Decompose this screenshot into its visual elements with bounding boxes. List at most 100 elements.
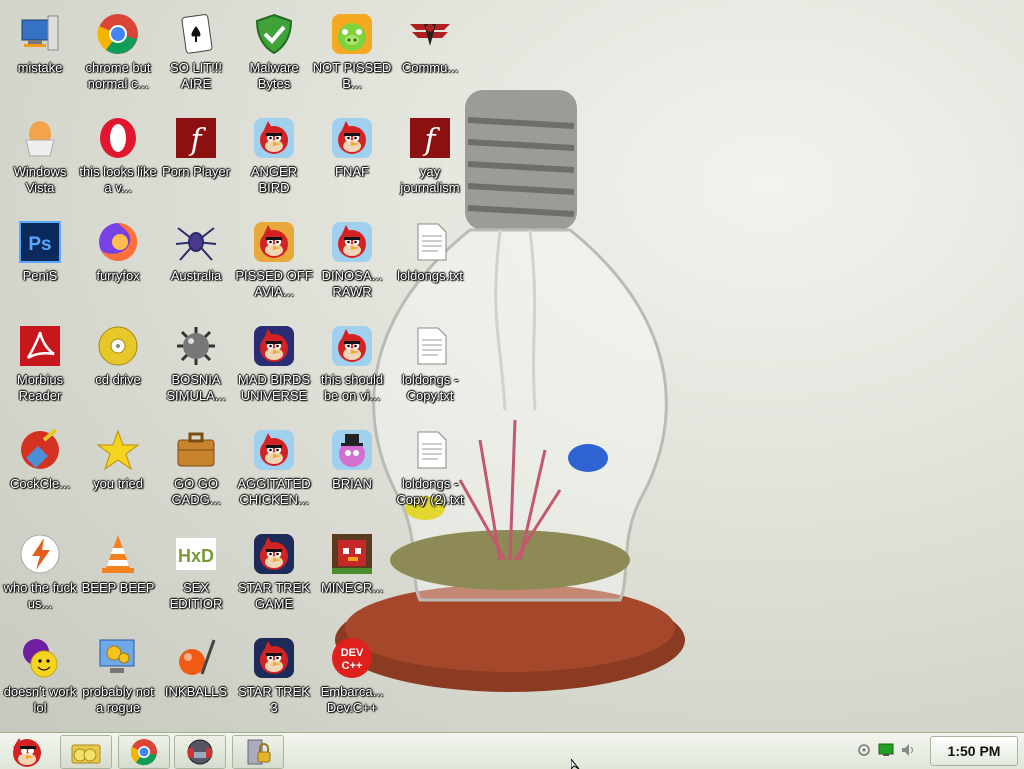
desktop-icon[interactable]: PISSED OFF AVIA... — [234, 210, 314, 314]
desktop-icon[interactable]: cd drive — [78, 314, 158, 418]
angry-bird-seasons-icon — [250, 218, 298, 266]
chrome-icon — [94, 10, 142, 58]
desktop-icon[interactable]: Ps PeniS — [0, 210, 80, 314]
desktop-icon[interactable]: who the fuck us... — [0, 522, 80, 626]
desktop-icon[interactable]: mistake — [0, 2, 80, 106]
shield-icon — [250, 10, 298, 58]
desktop-icon-label: ANGER BIRD — [250, 164, 298, 195]
desktop-icon-label: who the fuck us... — [3, 580, 77, 611]
desktop-icon[interactable]: doesn't work lol — [0, 626, 80, 730]
minecraft-bird-icon — [328, 530, 376, 578]
desktop-icon[interactable]: Morbius Reader — [0, 314, 80, 418]
desktop-icon-label: STAR TREK 3 — [238, 684, 310, 715]
desktop-icon[interactable]: Malware Bytes — [234, 2, 314, 106]
desktop-icon-label: furryfox — [96, 268, 140, 283]
desktop-icon-label: SEX EDITIOR — [169, 580, 223, 611]
tray-network-indicator-icon[interactable] — [856, 742, 872, 758]
desktop-icon-label: you tried — [93, 476, 143, 491]
desktop-icon[interactable]: Windows Vista — [0, 106, 80, 210]
desktop-icon[interactable]: STAR TREK GAME — [234, 522, 314, 626]
desktop-icon[interactable]: MINECR... — [312, 522, 392, 626]
desktop-icon[interactable]: GO GO GADG... — [156, 418, 236, 522]
solitaire-icon — [172, 10, 220, 58]
desktop-icon[interactable]: STAR TREK 3 — [234, 626, 314, 730]
firefox-icon — [94, 218, 142, 266]
gears-icon — [94, 634, 142, 682]
angry-bird-icon — [328, 218, 376, 266]
desktop-icon[interactable]: BEEP BEEP — [78, 522, 158, 626]
angry-bird-icon — [250, 426, 298, 474]
desktop-icon[interactable]: probably not a rogue — [78, 626, 158, 730]
desktop-icon-label: MAD BIRDS UNIVERSE — [237, 372, 311, 403]
file-manager-icon — [71, 744, 101, 764]
taskbar-security-button[interactable] — [232, 735, 284, 769]
tray-volume-icon[interactable] — [900, 742, 916, 758]
desktop-icon-label: mistake — [17, 60, 63, 75]
desktop-icon[interactable]: f yay journalism — [390, 106, 470, 210]
taskbar-file-manager-button[interactable] — [60, 735, 112, 769]
angry-bird-rio-icon — [328, 426, 376, 474]
desktop-icon[interactable]: CockCle... — [0, 418, 80, 522]
computer-icon — [16, 10, 64, 58]
chrome-icon — [130, 739, 157, 766]
desktop-icon-label: BEEP BEEP — [81, 580, 155, 595]
desktop-icon-label: SO LIT!!! AIRE — [169, 60, 222, 91]
desktop-icon-label: MINECR... — [320, 580, 384, 595]
desktop-icon-label: BOSNIA SIMULA... — [166, 372, 226, 403]
desktop-icon[interactable]: NOT PISSED B... — [312, 2, 392, 106]
desktop-icon-label: doesn't work lol — [3, 684, 77, 715]
star-wars-bird-icon — [250, 634, 298, 682]
desktop-icon[interactable]: loldongs.txt — [390, 210, 470, 314]
svg-text:C++: C++ — [342, 660, 363, 672]
text-file-icon — [406, 426, 454, 474]
desktop-icon-label: STAR TREK GAME — [238, 580, 310, 611]
security-lock-icon — [247, 739, 271, 765]
star-icon — [94, 426, 142, 474]
desktop-icon[interactable]: chrome but normal c... — [78, 2, 158, 106]
desktop-icon[interactable]: BOSNIA SIMULA... — [156, 314, 236, 418]
desktop-icon[interactable]: DINOSA... RAWR — [312, 210, 392, 314]
desktop-icon[interactable]: this looks like a v... — [78, 106, 158, 210]
desktop-icon[interactable]: FNAF — [312, 106, 392, 210]
desktop-icon[interactable]: furryfox — [78, 210, 158, 314]
desktop-icon-label: loldongs.txt — [397, 268, 463, 283]
desktop-icon[interactable]: HxD SEX EDITIOR — [156, 522, 236, 626]
cd-icon — [94, 322, 142, 370]
start-button[interactable] — [2, 735, 52, 767]
desktop-icon[interactable]: ANGER BIRD — [234, 106, 314, 210]
desktop-icon[interactable]: INKBALLS — [156, 626, 236, 730]
desktop-icon-label: PeniS — [22, 268, 58, 283]
desktop-icon-label: NOT PISSED B... — [312, 60, 392, 91]
desktop-icon[interactable]: BRIAN — [312, 418, 392, 522]
desktop-icon[interactable]: loldongs - Copy.txt — [390, 314, 470, 418]
desktop-icon-label: BRIAN — [332, 476, 372, 491]
desktop-icon-label: Australia — [170, 268, 222, 283]
desktop-icon[interactable]: Commu... — [390, 2, 470, 106]
desktop-icon[interactable]: MAD BIRDS UNIVERSE — [234, 314, 314, 418]
taskbar-headphones-app-button[interactable] — [174, 735, 226, 769]
broom-icon — [16, 426, 64, 474]
desktop-icon-label: FNAF — [335, 164, 369, 179]
desktop-icon[interactable]: f Porn Player — [156, 106, 236, 210]
desktop-icon-label: DINOSA... RAWR — [321, 268, 383, 299]
pdf-reader-icon — [16, 322, 64, 370]
desktop-icon[interactable]: Australia — [156, 210, 236, 314]
desktop-icon[interactable]: this should be on vi... — [312, 314, 392, 418]
desktop-icon[interactable]: you tried — [78, 418, 158, 522]
yahoo-messenger-icon — [16, 634, 64, 682]
text-file-icon — [406, 218, 454, 266]
tray-display-icon[interactable] — [878, 742, 894, 758]
svg-text:HxD: HxD — [178, 546, 214, 566]
angry-bird-icon — [328, 322, 376, 370]
taskbar-chrome-button[interactable] — [118, 735, 170, 769]
desktop-icon[interactable]: SO LIT!!! AIRE — [156, 2, 236, 106]
taskbar-clock[interactable]: 1:50 PM — [930, 736, 1018, 766]
desktop-icon[interactable]: AGGITATED CHICKEN... — [234, 418, 314, 522]
opera-icon — [94, 114, 142, 162]
desktop-icon-label: loldongs - Copy (2).txt — [396, 476, 464, 507]
desktop-icon[interactable]: DEV C++ Embarca... Dev.C++ — [312, 626, 392, 730]
desktop-icon-label: Commu... — [401, 60, 459, 75]
desktop-icon[interactable]: loldongs - Copy (2).txt — [390, 418, 470, 522]
desktop: mistake chrome but normal c... SO LIT!!! A… — [0, 0, 1024, 732]
desktop-icon-label: GO GO GADG... — [171, 476, 221, 507]
